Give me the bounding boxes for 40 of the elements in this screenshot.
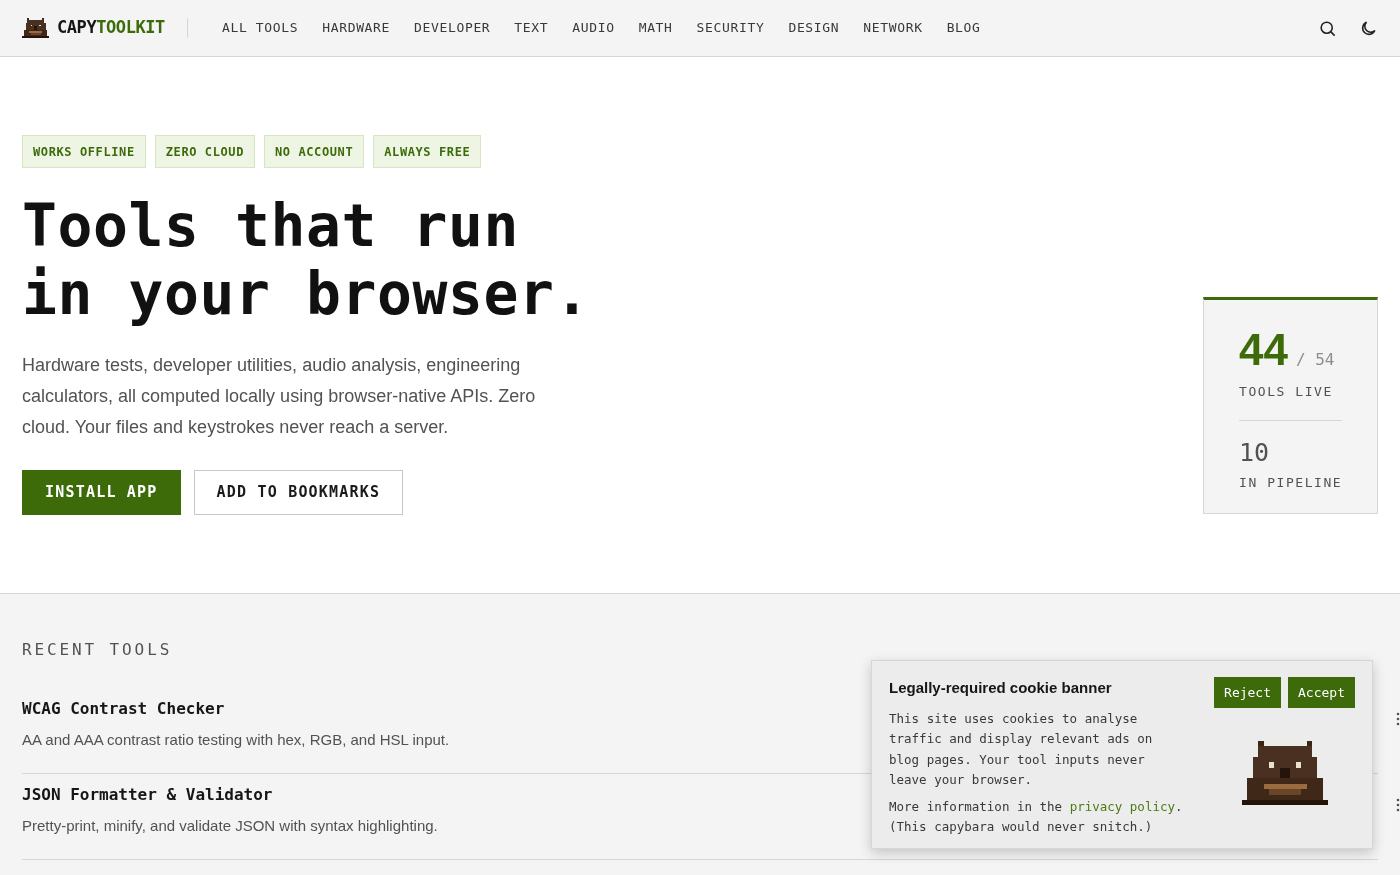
nav-link[interactable]: MATH bbox=[638, 18, 673, 38]
capybara-logo-icon bbox=[22, 18, 49, 38]
more-icon[interactable] bbox=[1396, 798, 1400, 812]
nav-link[interactable]: BLOG bbox=[946, 18, 981, 38]
more-icon[interactable] bbox=[1396, 712, 1400, 726]
total-count: / 54 bbox=[1295, 349, 1335, 371]
stat-label: IN PIPELINE bbox=[1239, 473, 1342, 492]
feature-badge: ALWAYS FREE bbox=[373, 135, 482, 168]
feature-badge: WORKS OFFLINE bbox=[22, 135, 146, 168]
tool-title[interactable]: WCAG Contrast Checker bbox=[22, 697, 225, 721]
banner-title: Legally-required cookie banner bbox=[889, 678, 1113, 698]
banner-text: This site uses cookies to analyse traffic and display relevant ads on blog pages. Your tool inputs never leave your browser. bbox=[889, 709, 1154, 789]
nav-link[interactable]: AUDIO bbox=[572, 18, 615, 38]
search-icon[interactable] bbox=[1318, 18, 1337, 38]
privacy-policy-link[interactable]: privacy policy bbox=[1069, 798, 1175, 814]
cookie-button[interactable]: Reject bbox=[1214, 677, 1282, 708]
stat-label: TOOLS LIVE bbox=[1239, 383, 1334, 401]
brand-logo[interactable]: CAPYTOOLKIT bbox=[57, 15, 165, 41]
feature-badge: NO ACCOUNT bbox=[264, 135, 365, 168]
pipeline-count: 10 bbox=[1239, 438, 1271, 467]
nav-link[interactable]: TEXT bbox=[514, 18, 549, 38]
hero-description: Hardware tests, developer utilities, audio analysis, engineering calculators, all computed locally using browser-native APIs. Zero cloud. Your files and keystrokes never reach a server. bbox=[22, 354, 537, 439]
action-button[interactable]: INSTALL APP bbox=[22, 470, 181, 515]
tool-description: Pretty-print, minify, and validate JSON with syntax highlighting. bbox=[22, 816, 438, 836]
nav-link[interactable]: SECURITY bbox=[696, 18, 765, 38]
live-count: 44 bbox=[1239, 326, 1288, 374]
nav-link[interactable]: HARDWARE bbox=[322, 18, 391, 38]
banner-text: More information in the privacy policy. (This capybara would never snitch.) bbox=[889, 797, 1184, 836]
action-button[interactable]: ADD TO BOOKMARKS bbox=[193, 470, 404, 515]
nav-link[interactable]: DESIGN bbox=[788, 18, 840, 38]
cookie-button[interactable]: Accept bbox=[1288, 677, 1355, 708]
nav-link[interactable]: ALL TOOLS bbox=[221, 18, 299, 38]
tool-title[interactable]: JSON Formatter & Validator bbox=[22, 783, 273, 807]
section-heading: RECENT TOOLS bbox=[22, 639, 174, 661]
nav-link[interactable]: DEVELOPER bbox=[414, 18, 491, 38]
nav-link[interactable]: NETWORK bbox=[863, 18, 923, 38]
hero-heading: Tools that run in your browser. bbox=[22, 192, 591, 328]
capybara-mascot-icon bbox=[1242, 740, 1328, 806]
tool-description: AA and AAA contrast ratio testing with hex, RGB, and HSL input. bbox=[22, 730, 450, 750]
feature-badge: ZERO CLOUD bbox=[154, 135, 255, 168]
